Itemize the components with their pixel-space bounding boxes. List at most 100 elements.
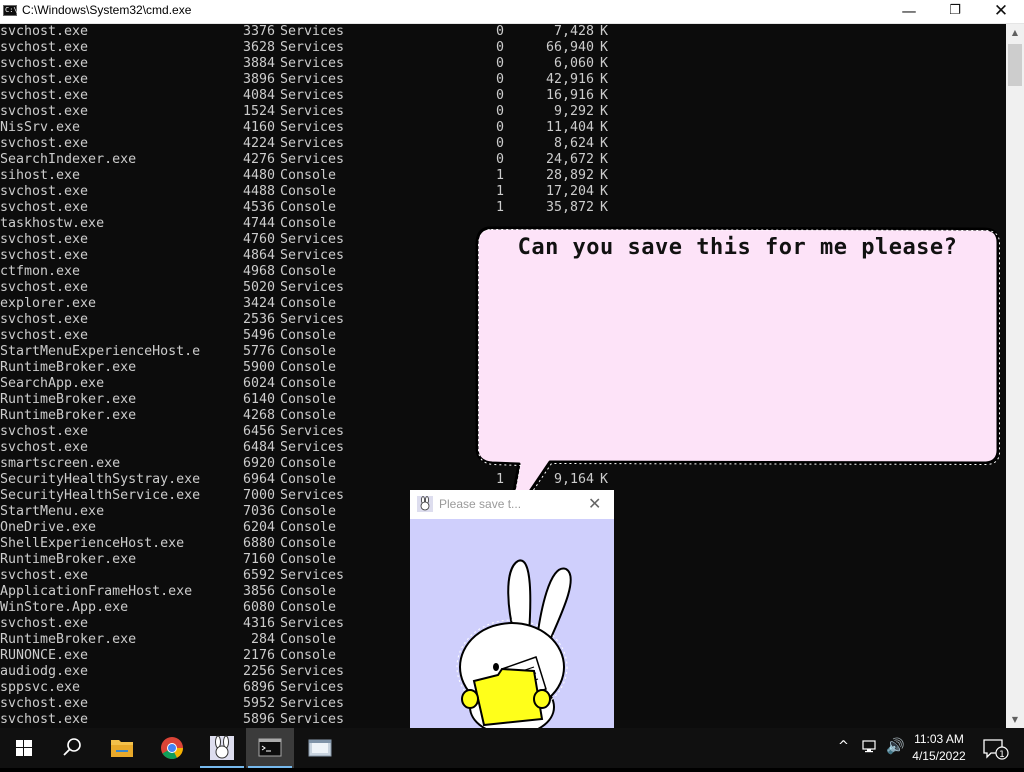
- session-name: Console: [280, 472, 337, 487]
- app-window-icon: [308, 739, 332, 757]
- process-name: svchost.exe: [0, 280, 89, 295]
- process-pid: 5776: [242, 344, 275, 359]
- process-name: sppsvc.exe: [0, 680, 81, 695]
- session-number: 0: [495, 40, 504, 55]
- process-name: RuntimeBroker.exe: [0, 360, 137, 375]
- mem-usage: 16,916: [545, 88, 594, 103]
- session-number: 0: [495, 56, 504, 71]
- mem-unit: K: [600, 88, 609, 103]
- process-name: SearchIndexer.exe: [0, 152, 137, 167]
- popup-window[interactable]: Please save t... ✕: [410, 490, 614, 728]
- session-name: Services: [280, 104, 345, 119]
- session-name: Console: [280, 600, 337, 615]
- session-name: Services: [280, 248, 345, 263]
- session-name: Console: [280, 552, 337, 567]
- clock-date[interactable]: 4/15/2022: [906, 749, 972, 763]
- session-name: Services: [280, 696, 345, 711]
- session-name: Console: [280, 168, 337, 183]
- scroll-thumb[interactable]: [1008, 44, 1022, 86]
- popup-title: Please save t...: [439, 497, 522, 511]
- window-title: C:\Windows\System32\cmd.exe: [22, 3, 192, 17]
- scroll-down-arrow-icon[interactable]: ▼: [1006, 711, 1024, 728]
- process-pid: 4268: [242, 408, 275, 423]
- popup-titlebar[interactable]: Please save t... ✕: [410, 490, 614, 519]
- scrollbar[interactable]: ▲ ▼: [1006, 24, 1024, 728]
- speech-bubble: Can you save this for me please?: [474, 226, 1001, 526]
- folder-icon: [111, 740, 133, 757]
- mem-usage: 6,060: [553, 56, 594, 71]
- process-name: svchost.exe: [0, 184, 89, 199]
- process-name: svchost.exe: [0, 104, 89, 119]
- process-name: RuntimeBroker.exe: [0, 392, 137, 407]
- session-name: Services: [280, 616, 345, 631]
- process-name: svchost.exe: [0, 200, 89, 215]
- mem-usage: 9,292: [553, 104, 594, 119]
- mem-usage: 7,428: [553, 24, 594, 39]
- popup-close-button[interactable]: ✕: [588, 494, 601, 513]
- session-name: Console: [280, 392, 337, 407]
- minimize-button[interactable]: —: [886, 0, 932, 23]
- process-name: taskhostw.exe: [0, 216, 105, 231]
- process-name: svchost.exe: [0, 568, 89, 583]
- session-name: Console: [280, 648, 337, 663]
- close-button[interactable]: ✕: [978, 0, 1024, 23]
- process-pid: 5952: [242, 696, 275, 711]
- mem-unit: K: [600, 120, 609, 135]
- cmd-titlebar[interactable]: C:\ C:\Windows\System32\cmd.exe — ❐ ✕: [0, 0, 1024, 24]
- taskbar-file-explorer[interactable]: [98, 728, 146, 768]
- session-name: Console: [280, 184, 337, 199]
- start-button[interactable]: [0, 728, 48, 768]
- taskbar-chrome[interactable]: [148, 728, 196, 768]
- mem-unit: K: [600, 72, 609, 87]
- process-pid: 4224: [242, 136, 275, 151]
- process-pid: 6592: [242, 568, 275, 583]
- taskbar-app-window[interactable]: [296, 728, 344, 768]
- session-name: Services: [280, 488, 345, 503]
- process-pid: 6964: [242, 472, 275, 487]
- taskbar-cmd[interactable]: [246, 728, 294, 768]
- process-pid: 4276: [242, 152, 275, 167]
- mem-usage: 35,872: [545, 200, 594, 215]
- network-icon[interactable]: [862, 739, 880, 755]
- process-name: SearchApp.exe: [0, 376, 105, 391]
- process-name: svchost.exe: [0, 616, 89, 631]
- mem-unit: K: [600, 24, 609, 39]
- scroll-up-arrow-icon[interactable]: ▲: [1006, 24, 1024, 41]
- process-name: svchost.exe: [0, 328, 89, 343]
- process-pid: 6484: [242, 440, 275, 455]
- process-pid: 4316: [242, 616, 275, 631]
- taskbar-bunny-app[interactable]: [198, 728, 246, 768]
- search-button[interactable]: [48, 728, 96, 768]
- session-name: Console: [280, 360, 337, 375]
- clock-time[interactable]: 11:03 AM: [906, 732, 972, 746]
- process-name: RUNONCE.exe: [0, 648, 89, 663]
- process-pid: 6140: [242, 392, 275, 407]
- process-name: OneDrive.exe: [0, 520, 97, 535]
- show-hidden-icons-chevron-icon[interactable]: ^: [838, 739, 849, 754]
- process-name: svchost.exe: [0, 136, 89, 151]
- action-center-icon[interactable]: 1: [982, 738, 1010, 760]
- mem-unit: K: [600, 184, 609, 199]
- process-name: svchost.exe: [0, 56, 89, 71]
- session-name: Services: [280, 280, 345, 295]
- process-pid: 3884: [242, 56, 275, 71]
- mem-unit: K: [600, 168, 609, 183]
- process-name: NisSrv.exe: [0, 120, 81, 135]
- session-number: 0: [495, 120, 504, 135]
- process-name: smartscreen.exe: [0, 456, 121, 471]
- mem-unit: K: [600, 152, 609, 167]
- notification-count: 1: [999, 750, 1005, 760]
- session-number: 1: [495, 184, 504, 199]
- cmd-window-icon: C:\: [3, 5, 18, 16]
- process-pid: 4160: [242, 120, 275, 135]
- session-number: 0: [495, 104, 504, 119]
- process-pid: 4864: [242, 248, 275, 263]
- volume-icon[interactable]: 🔊: [886, 737, 905, 755]
- restore-button[interactable]: ❐: [932, 0, 978, 23]
- session-number: 0: [495, 152, 504, 167]
- process-pid: 5020: [242, 280, 275, 295]
- session-name: Console: [280, 376, 337, 391]
- mem-unit: K: [600, 136, 609, 151]
- taskbar: ^ 🔊 11:03 AM 4/15/2022 1: [0, 728, 1024, 768]
- process-name: SecurityHealthSystray.exe: [0, 472, 201, 487]
